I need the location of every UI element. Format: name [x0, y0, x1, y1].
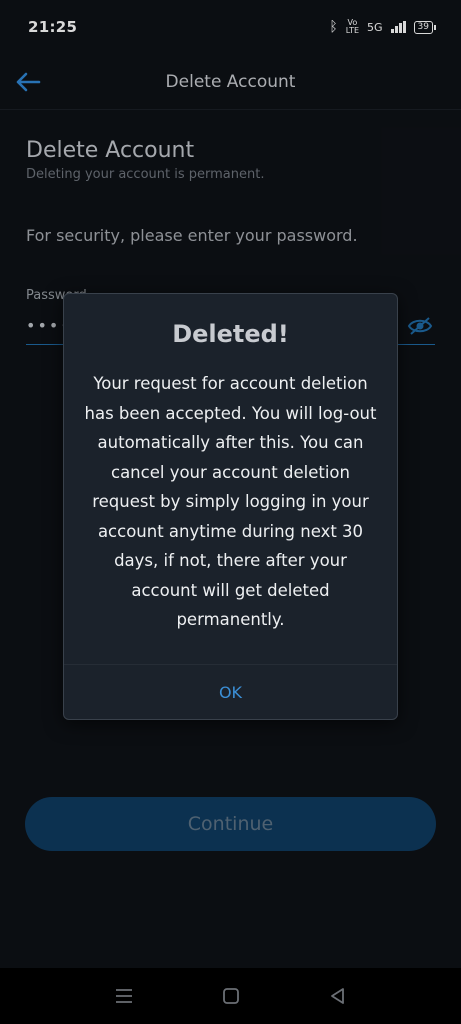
- back-nav-button[interactable]: [318, 976, 358, 1016]
- screen: 21:25 ᛒ Vo LTE 5G 39 Delete Account Delet…: [0, 0, 461, 1024]
- menu-icon: [115, 989, 132, 1003]
- home-button[interactable]: [211, 976, 251, 1016]
- back-triangle-icon: [330, 988, 344, 1004]
- dialog-title: Deleted!: [172, 320, 289, 348]
- system-nav-bar: [0, 968, 461, 1024]
- recent-apps-button[interactable]: [104, 976, 144, 1016]
- ok-button[interactable]: OK: [64, 665, 397, 720]
- deleted-dialog: Deleted! Your request for account deleti…: [63, 293, 398, 720]
- home-square-icon: [222, 988, 239, 1004]
- dialog-message: Your request for account deletion has be…: [84, 374, 377, 629]
